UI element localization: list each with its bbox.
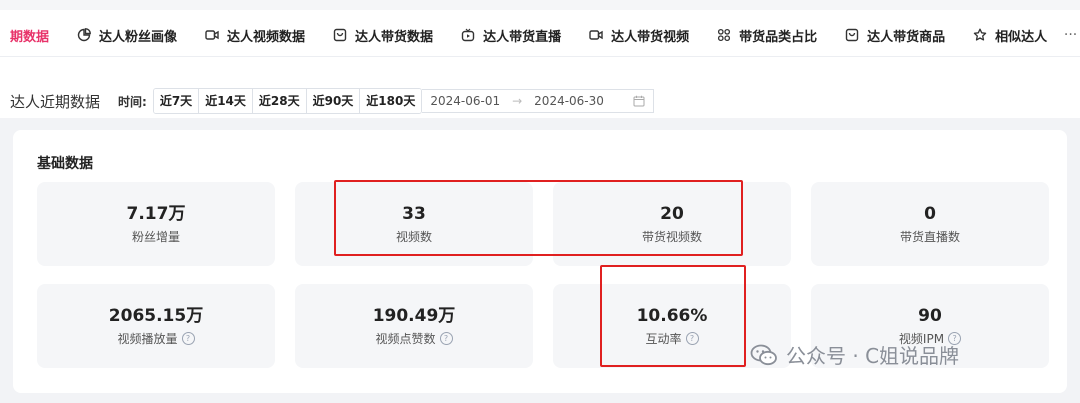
panel-title: 基础数据 [37,156,93,172]
metric-value: 7.17万 [126,204,186,224]
date-range-picker[interactable]: 2024-06-01 → 2024-06-30 [422,89,655,113]
tab-recent-data[interactable]: 期数据 [0,14,63,56]
tab-bar: 期数据 达人粉丝画像 达人视频数据 达人带货数据 达人带货直播 达人带货视频 带… [0,14,1080,57]
video-camera-icon [589,28,603,42]
tab-label: 达人带货商品 [867,29,946,45]
live-stream-icon [461,28,475,42]
star-icon [973,28,987,42]
tab-sales-video[interactable]: 达人带货视频 [575,14,703,56]
tab-label: 达人带货视频 [611,29,690,45]
time-label: 时间: [118,94,147,109]
tab-category-share[interactable]: 带货品类占比 [703,14,831,56]
tab-label: 带货品类占比 [739,29,818,45]
wechat-icon [750,343,778,367]
metric-card-fan-growth: 7.17万 粉丝增量 [37,182,275,266]
time-range-group: 近7天 近14天 近28天 近90天 近180天 [152,88,423,114]
grid-icon [717,28,731,42]
metric-value: 2065.15万 [108,306,204,326]
range-90d-button[interactable]: 近90天 [306,89,361,113]
range-7d-button[interactable]: 近7天 [153,89,200,113]
section-title: 达人近期数据 [10,92,101,111]
tab-products[interactable]: 达人带货商品 [831,14,959,56]
shopping-bag-icon [845,28,859,42]
highlight-box-video-counts [334,180,743,256]
range-180d-button[interactable]: 近180天 [360,89,422,113]
page-root: 期数据 达人粉丝画像 达人视频数据 达人带货数据 达人带货直播 达人带货视频 带… [0,0,1080,403]
watermark-text: 公众号 · C姐说品牌 [786,344,960,368]
filter-row: 达人近期数据 时间: 近7天 近14天 近28天 近90天 近180天 2024… [10,88,655,114]
tab-fan-profile[interactable]: 达人粉丝画像 [63,14,191,56]
tab-label: 达人带货数据 [355,29,434,45]
metric-value: 90 [918,306,942,326]
range-28d-button[interactable]: 近28天 [252,89,307,113]
watermark: 公众号 · C姐说品牌 [750,340,959,369]
metric-card-sales-live-count: 0 带货直播数 [811,182,1049,266]
more-tabs-button[interactable]: ··· [1061,14,1080,56]
arrow-right-icon: → [512,94,523,108]
tab-label: 期数据 [10,29,50,45]
tab-video-data[interactable]: 达人视频数据 [191,14,319,56]
end-date[interactable]: 2024-06-30 [534,94,604,108]
metric-card-video-likes: 190.49万 视频点赞数 ? [295,284,533,368]
metric-label: 带货直播数 [899,230,960,244]
metric-value: 190.49万 [372,306,456,326]
metric-card-video-plays: 2065.15万 视频播放量 ? [37,284,275,368]
tab-sales-data[interactable]: 达人带货数据 [319,14,447,56]
metric-value: 0 [924,204,936,224]
video-camera-icon [205,28,219,42]
shopping-bag-icon [333,28,347,42]
tab-label: 达人带货直播 [483,29,562,45]
top-strip [0,0,1080,10]
help-icon[interactable]: ? [439,332,453,345]
help-icon[interactable]: ? [181,332,195,345]
pie-chart-icon [77,28,91,42]
tab-sales-live[interactable]: 达人带货直播 [447,14,575,56]
tab-label: 达人粉丝画像 [99,29,178,45]
tab-similar-creators[interactable]: 相似达人 [959,14,1061,56]
tab-label: 达人视频数据 [227,29,306,45]
metric-label: 粉丝增量 [131,230,180,244]
start-date[interactable]: 2024-06-01 [430,94,500,108]
highlight-box-engagement-rate [600,265,746,367]
metric-label: 视频点赞数 [375,332,436,346]
tab-label: 相似达人 [995,29,1048,45]
calendar-icon[interactable] [633,95,645,107]
range-14d-button[interactable]: 近14天 [199,89,253,113]
metric-label: 视频播放量 [117,332,178,346]
